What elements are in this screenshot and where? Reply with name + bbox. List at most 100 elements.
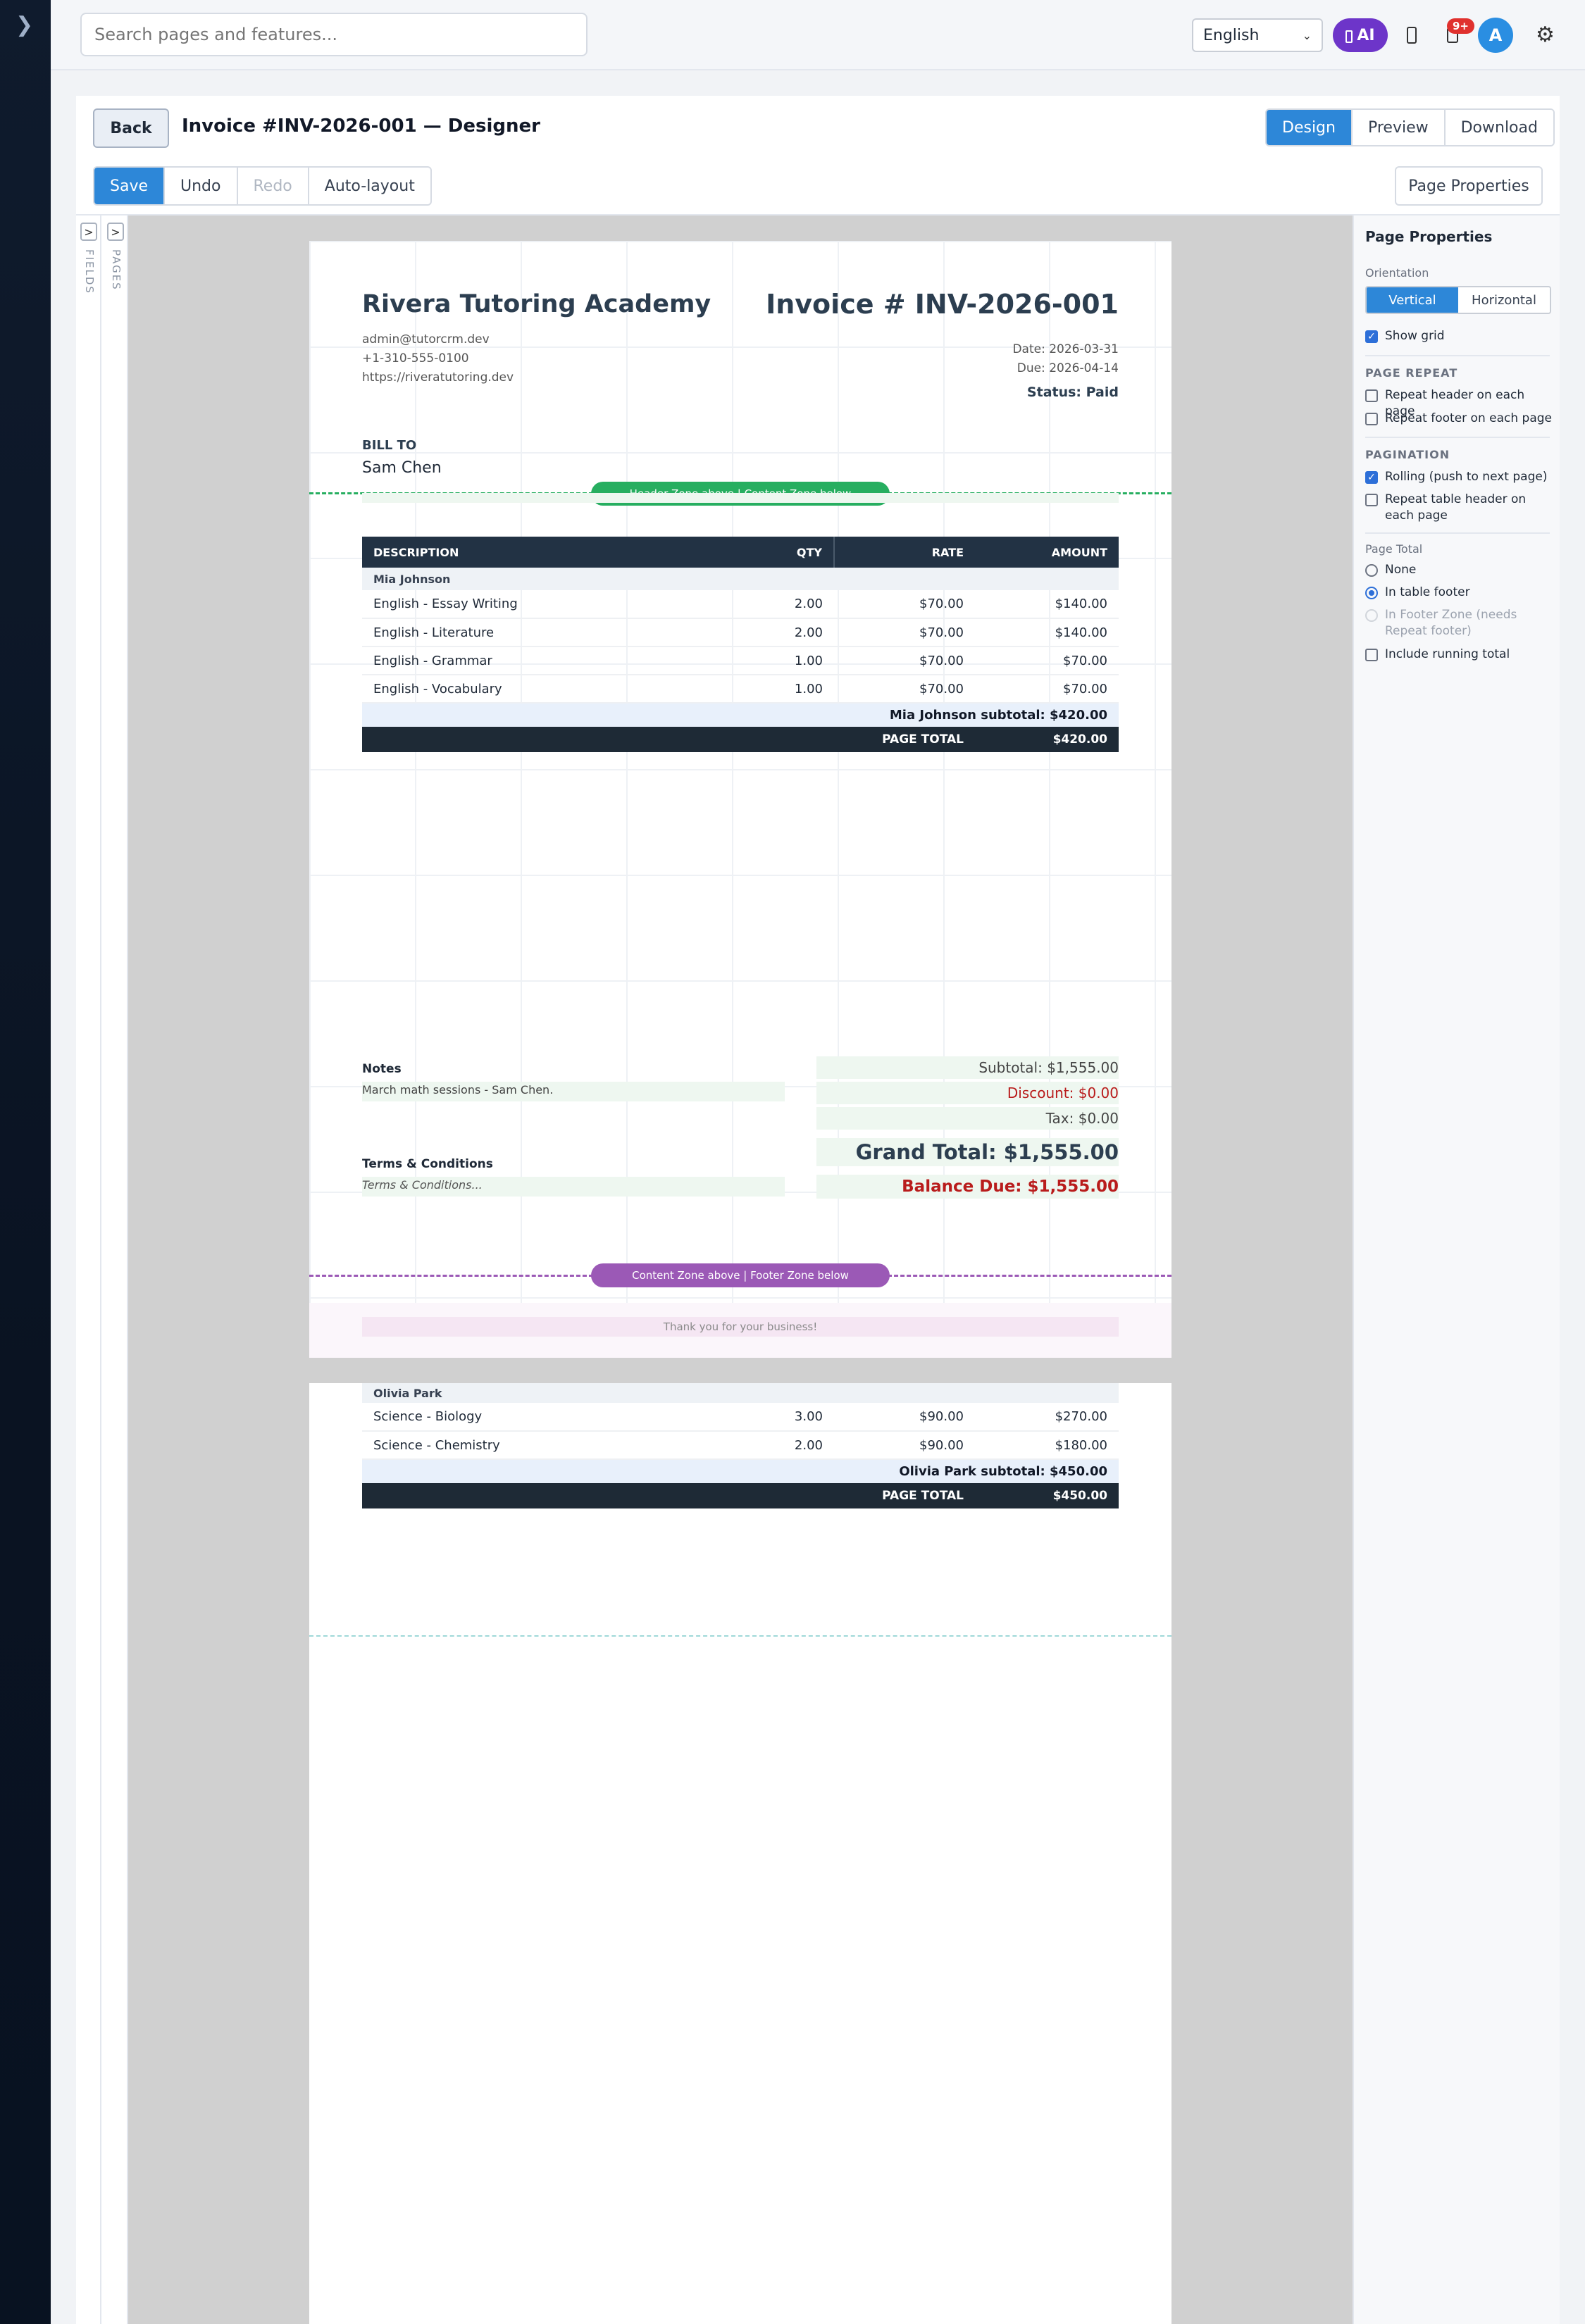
table-row[interactable]: English - Literature 2.00 $70.00 $140.00 xyxy=(362,618,1119,647)
column-rate[interactable]: RATE xyxy=(833,537,975,568)
page-total-footer-zone-label: In Footer Zone (needs Repeat footer) xyxy=(1385,608,1517,638)
redo-button[interactable]: Redo xyxy=(238,168,309,204)
designer-card: Back Invoice #INV-2026-001 — Designer De… xyxy=(76,96,1560,2324)
company-name[interactable]: Rivera Tutoring Academy xyxy=(362,290,711,318)
balance-due-field[interactable]: Balance Due: $1,555.00 xyxy=(816,1175,1119,1199)
radio-disabled-icon xyxy=(1365,609,1378,622)
bill-to-name[interactable]: Sam Chen xyxy=(362,459,442,477)
row-qty: 1.00 xyxy=(757,646,834,675)
repeat-footer-label: Repeat footer on each page xyxy=(1385,411,1552,425)
avatar[interactable]: A xyxy=(1478,18,1513,53)
row-qty: 1.00 xyxy=(757,675,834,704)
fields-label: FIELDS xyxy=(83,249,96,294)
back-button[interactable]: Back xyxy=(93,108,169,148)
invoice-status[interactable]: Status: Paid xyxy=(1027,385,1119,400)
table-row[interactable]: Science - Biology 3.00 $90.00 $270.00 xyxy=(362,1403,1119,1432)
row-amount: $140.00 xyxy=(975,590,1119,619)
rolling-label: Rolling (push to next page) xyxy=(1385,470,1548,484)
subtotal-field[interactable]: Subtotal: $1,555.00 xyxy=(816,1056,1119,1079)
show-grid-checkbox[interactable]: ✓ Show grid xyxy=(1365,328,1554,344)
notes-field[interactable]: March math sessions - Sam Chen. xyxy=(362,1082,785,1101)
page-total-value: $420.00 xyxy=(975,727,1119,752)
row-description: English - Essay Writing xyxy=(362,590,757,619)
tab-preview[interactable]: Preview xyxy=(1352,110,1446,145)
page-properties-button[interactable]: Page Properties xyxy=(1395,166,1543,206)
row-rate: $70.00 xyxy=(834,675,975,704)
rolling-checkbox[interactable]: ✓ Rolling (push to next page) xyxy=(1365,469,1554,485)
repeat-table-header-checkbox[interactable]: Repeat table header on each page xyxy=(1365,492,1554,524)
invoice-page-1[interactable]: Rivera Tutoring Academy admin@tutorcrm.d… xyxy=(309,241,1171,1358)
page-total-none-radio[interactable]: None xyxy=(1365,562,1554,578)
column-amount[interactable]: AMOUNT xyxy=(975,537,1119,568)
orientation-horizontal[interactable]: Horizontal xyxy=(1458,287,1550,313)
table-row[interactable]: Science - Chemistry 2.00 $90.00 $180.00 xyxy=(362,1431,1119,1460)
undo-button[interactable]: Undo xyxy=(165,168,238,204)
company-phone[interactable]: +1-310-555-0100 xyxy=(362,351,469,366)
top-bar: English ⌄ AI 9+ A ⚙ xyxy=(51,0,1585,70)
row-description: Science - Chemistry xyxy=(362,1431,757,1460)
mobile-icon[interactable] xyxy=(1398,21,1426,49)
table-row[interactable]: English - Vocabulary 1.00 $70.00 $70.00 xyxy=(362,675,1119,704)
page-total-heading: Page Total xyxy=(1365,542,1423,556)
company-website[interactable]: https://riveratutoring.dev xyxy=(362,370,514,385)
notes-heading[interactable]: Notes xyxy=(362,1062,402,1076)
page-title: Invoice #INV-2026-001 — Designer xyxy=(182,115,540,137)
search-input[interactable] xyxy=(80,13,588,56)
invoice-date[interactable]: Date: 2026-03-31 xyxy=(1012,342,1119,356)
page-total-table-footer-label: In table footer xyxy=(1385,585,1470,599)
tax-field[interactable]: Tax: $0.00 xyxy=(816,1107,1119,1130)
bill-to-heading[interactable]: BILL TO xyxy=(362,438,416,453)
tab-download[interactable]: Download xyxy=(1445,110,1553,145)
auto-layout-button[interactable]: Auto-layout xyxy=(309,168,430,204)
save-button[interactable]: Save xyxy=(94,168,166,204)
pages-label: PAGES xyxy=(110,249,123,291)
ai-icon xyxy=(1345,30,1353,43)
invoice-page-2[interactable]: Olivia Park Science - Biology 3.00 $90.0… xyxy=(309,1383,1171,2324)
tab-design[interactable]: Design xyxy=(1267,110,1353,145)
row-description: English - Vocabulary xyxy=(362,675,757,704)
row-rate: $70.00 xyxy=(834,618,975,647)
expand-sidebar-icon[interactable]: ❯ xyxy=(15,13,33,38)
gear-icon[interactable]: ⚙ xyxy=(1536,21,1555,49)
pages-panel-collapsed: > PAGES xyxy=(103,215,128,2324)
orientation-vertical[interactable]: Vertical xyxy=(1367,287,1458,313)
expand-pages-icon[interactable]: > xyxy=(107,223,124,241)
terms-heading[interactable]: Terms & Conditions xyxy=(362,1157,493,1171)
line-items-table-continued[interactable]: Olivia Park Science - Biology 3.00 $90.0… xyxy=(362,1383,1119,1508)
invoice-due-date[interactable]: Due: 2026-04-14 xyxy=(1017,361,1119,375)
checkbox-checked-icon: ✓ xyxy=(1365,471,1378,484)
mode-switcher: Design Preview Download xyxy=(1265,108,1555,146)
page-total-none-label: None xyxy=(1385,563,1417,577)
running-total-checkbox[interactable]: Include running total xyxy=(1365,646,1554,663)
repeat-table-header-label: Repeat table header on each page xyxy=(1385,492,1527,523)
column-description[interactable]: DESCRIPTION xyxy=(362,537,757,568)
footer-text[interactable]: Thank you for your business! xyxy=(362,1317,1119,1337)
terms-field[interactable]: Terms & Conditions... xyxy=(362,1177,785,1197)
discount-field[interactable]: Discount: $0.00 xyxy=(816,1082,1119,1104)
checkbox-icon xyxy=(1365,413,1378,425)
content-boundary xyxy=(309,1635,1171,1637)
invoice-number[interactable]: Invoice # INV-2026-001 xyxy=(766,289,1119,320)
student-subtotal: Olivia Park subtotal: $450.00 xyxy=(362,1459,1119,1483)
table-row[interactable]: English - Essay Writing 2.00 $70.00 $140… xyxy=(362,590,1119,619)
checkbox-icon xyxy=(1365,494,1378,506)
footer-zone-label[interactable]: Content Zone above | Footer Zone below xyxy=(591,1263,890,1287)
design-canvas[interactable]: Rivera Tutoring Academy admin@tutorcrm.d… xyxy=(128,215,1353,2324)
ai-button[interactable]: AI xyxy=(1333,18,1388,52)
expand-fields-icon[interactable]: > xyxy=(80,223,97,241)
page-total-table-footer-radio[interactable]: In table footer xyxy=(1365,585,1554,601)
language-select[interactable]: English ⌄ xyxy=(1192,18,1323,52)
page-total-footer-zone-radio[interactable]: In Footer Zone (needs Repeat footer) xyxy=(1365,607,1554,639)
orientation-label: Orientation xyxy=(1365,266,1429,280)
table-row[interactable]: English - Grammar 1.00 $70.00 $70.00 xyxy=(362,646,1119,675)
student-group-header: Olivia Park xyxy=(362,1383,1119,1403)
company-email[interactable]: admin@tutorcrm.dev xyxy=(362,332,490,346)
column-qty[interactable]: QTY xyxy=(757,537,834,568)
fields-panel-collapsed: > FIELDS xyxy=(76,215,101,2324)
student-subtotal: Mia Johnson subtotal: $420.00 xyxy=(362,703,1119,727)
checkbox-checked-icon: ✓ xyxy=(1365,330,1378,343)
line-items-table[interactable]: DESCRIPTION QTY RATE AMOUNT Mia Johnson … xyxy=(362,537,1119,752)
student-group-header: Mia Johnson xyxy=(362,568,1119,590)
repeat-footer-checkbox[interactable]: Repeat footer on each page xyxy=(1365,411,1554,427)
grand-total-field[interactable]: Grand Total: $1,555.00 xyxy=(816,1138,1119,1166)
